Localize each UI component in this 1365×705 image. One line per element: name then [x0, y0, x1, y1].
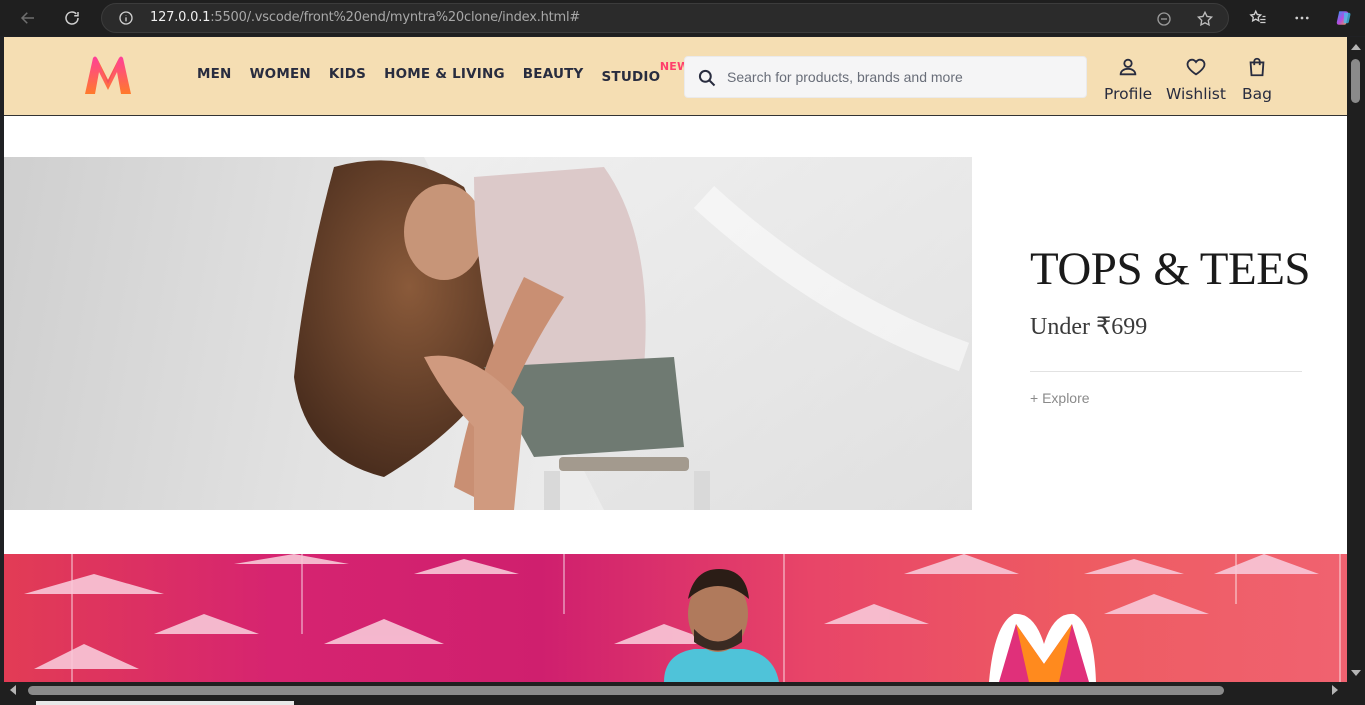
hero-banner-image[interactable]	[4, 157, 972, 510]
hero-title: TOPS & TEES	[1030, 243, 1311, 295]
hero-divider	[1030, 371, 1302, 372]
back-icon	[20, 12, 34, 24]
bag-action[interactable]: Bag	[1242, 56, 1272, 103]
menu-item-kids[interactable]: KIDS	[329, 66, 366, 82]
heart-icon	[1186, 58, 1206, 76]
hero-subtitle: Under ₹699	[1030, 314, 1148, 340]
copilot-button[interactable]	[1330, 4, 1358, 32]
scroll-up-arrow[interactable]	[1351, 44, 1361, 50]
search-bar	[684, 56, 1087, 98]
page-viewport: MEN WOMEN KIDS HOME & LIVING BEAUTY STUD…	[4, 37, 1347, 682]
favorites-icon	[1249, 9, 1266, 24]
url-text[interactable]: 127.0.0.1:5500/.vscode/front%20end/myntr…	[150, 10, 580, 25]
copilot-icon	[1336, 11, 1351, 25]
favorites-button[interactable]	[1244, 4, 1272, 32]
vertical-scroll-thumb[interactable]	[1351, 59, 1360, 103]
browser-toolbar: 127.0.0.1:5500/.vscode/front%20end/myntr…	[0, 0, 1365, 36]
bag-icon	[1249, 57, 1265, 77]
profile-icon	[1119, 58, 1137, 76]
more-button[interactable]	[1288, 4, 1316, 32]
bag-label: Bag	[1242, 85, 1272, 103]
menu-item-studio[interactable]: STUDIO NEW	[601, 60, 690, 85]
address-bar[interactable]: 127.0.0.1:5500/.vscode/front%20end/myntr…	[101, 3, 1229, 33]
scroll-down-arrow[interactable]	[1351, 670, 1361, 676]
star-icon[interactable]	[1196, 10, 1214, 28]
url-path: :5500/.vscode/front%20end/myntra%20clone…	[210, 10, 581, 25]
search-icon[interactable]	[697, 68, 717, 88]
reload-button[interactable]	[58, 4, 86, 32]
search-input[interactable]	[727, 57, 1077, 97]
menu-item-beauty[interactable]: BEAUTY	[523, 66, 584, 82]
main-menu: MEN WOMEN KIDS HOME & LIVING BEAUTY STUD…	[197, 60, 690, 85]
scroll-left-arrow[interactable]	[10, 685, 16, 695]
scroll-right-arrow[interactable]	[1332, 685, 1338, 695]
wishlist-action[interactable]: Wishlist	[1166, 56, 1226, 103]
more-icon	[1295, 16, 1309, 20]
back-button[interactable]	[14, 4, 42, 32]
profile-label: Profile	[1104, 85, 1153, 103]
menu-item-women[interactable]: WOMEN	[250, 66, 311, 82]
horizontal-scroll-thumb[interactable]	[28, 686, 1224, 695]
vertical-scrollbar[interactable]	[1347, 37, 1365, 682]
taskbar-hint	[36, 701, 294, 705]
profile-action[interactable]: Profile	[1104, 56, 1152, 103]
url-host: 127.0.0.1	[150, 10, 211, 25]
menu-item-studio-label: STUDIO	[601, 69, 661, 85]
menu-item-home-living[interactable]: HOME & LIVING	[384, 66, 505, 82]
site-header: MEN WOMEN KIDS HOME & LIVING BEAUTY STUD…	[4, 37, 1347, 116]
reload-icon	[65, 11, 79, 25]
explore-link[interactable]: + Explore	[1030, 390, 1302, 406]
menu-item-men[interactable]: MEN	[197, 66, 232, 82]
myntra-logo[interactable]	[83, 54, 133, 96]
reader-icon[interactable]	[1155, 10, 1173, 28]
info-icon[interactable]	[118, 10, 134, 26]
model-photo	[294, 157, 972, 510]
horizontal-scrollbar[interactable]	[0, 682, 1365, 705]
promo-banner-art	[24, 554, 1341, 682]
hero-text-block: TOPS & TEES Under ₹699 + Explore	[1030, 242, 1311, 406]
promo-banner[interactable]	[4, 554, 1347, 682]
wishlist-label: Wishlist	[1166, 85, 1226, 103]
